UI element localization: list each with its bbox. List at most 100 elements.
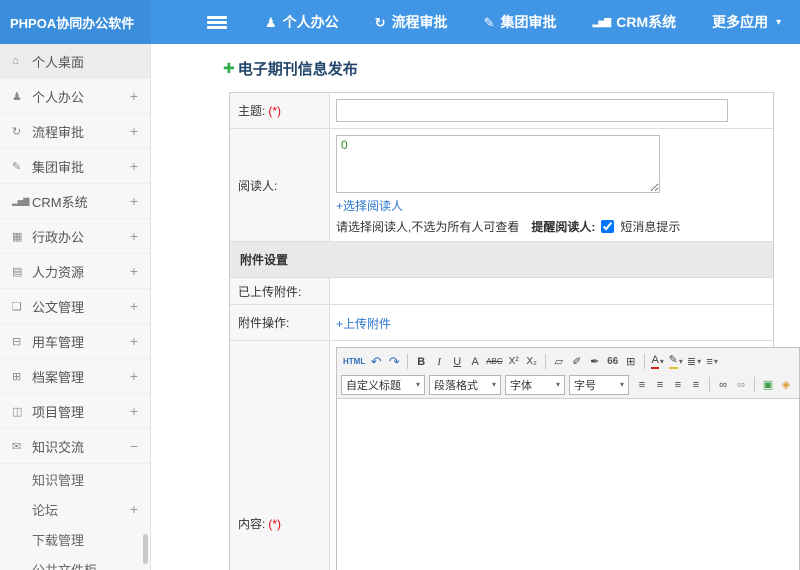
align-left-button[interactable]: ≡ xyxy=(633,375,651,394)
sidebar-item-personal-desktop[interactable]: ⌂ 个人桌面 xyxy=(0,44,150,79)
highlight-color-icon: ✎ xyxy=(668,354,678,369)
menu-toggle-icon[interactable] xyxy=(207,15,227,29)
font-size-select[interactable]: 字号 ▾ xyxy=(569,374,629,395)
ordered-list-button[interactable]: ≣ ▾ xyxy=(685,352,703,371)
unordered-list-button[interactable]: ≡ ▾ xyxy=(703,352,721,371)
collapse-minus-icon[interactable]: − xyxy=(130,438,138,454)
sidebar-subitem-download-mgmt[interactable]: 下载管理 xyxy=(0,524,150,554)
expand-plus-icon[interactable]: + xyxy=(130,158,138,174)
strikethrough-button[interactable]: ABC xyxy=(484,352,504,371)
upload-attachment-link[interactable]: +上传附件 xyxy=(336,315,391,332)
expand-plus-icon[interactable]: + xyxy=(130,88,138,104)
toolbar-separator xyxy=(709,377,710,392)
italic-button[interactable]: I xyxy=(430,352,448,371)
expand-plus-icon[interactable]: + xyxy=(130,333,138,349)
insert-media-button[interactable]: ◈ xyxy=(777,375,795,394)
nav-personal-office[interactable]: ♟ 个人办公 xyxy=(265,12,339,32)
pen-button[interactable]: ✒ xyxy=(586,352,604,371)
chart-icon: ▂▅▇ xyxy=(12,196,29,206)
redo-button[interactable]: ↷ xyxy=(385,352,403,371)
sms-remind-checkbox[interactable] xyxy=(601,220,615,233)
bold-button[interactable]: B xyxy=(412,352,430,371)
subscript-button[interactable]: X₂ xyxy=(523,352,541,371)
sidebar-item-hr[interactable]: ▤ 人力资源 + xyxy=(0,254,150,289)
toolbar-separator xyxy=(407,354,409,369)
nav-crm-system[interactable]: ▂▅▇ CRM系统 xyxy=(592,12,676,32)
person-icon: ♟ xyxy=(265,14,277,30)
unlink-button[interactable]: ∞ xyxy=(732,375,750,394)
add-icon: ✚ xyxy=(223,60,235,76)
remove-format-button[interactable]: ▱ xyxy=(550,352,568,371)
unordered-list-icon: ≡ xyxy=(706,355,713,368)
nav-label: 更多应用 xyxy=(712,14,769,30)
required-marker: (*) xyxy=(268,516,282,531)
nav-workflow-approval[interactable]: ↻ 流程审批 xyxy=(375,12,448,32)
font-style-button[interactable]: A xyxy=(466,352,484,371)
font-color-icon: A xyxy=(651,354,659,369)
nav-more-apps[interactable]: 更多应用 ▾ xyxy=(712,12,781,32)
uploaded-attachments-content xyxy=(330,278,773,304)
align-justify-button[interactable]: ≡ xyxy=(687,375,705,394)
sidebar-item-vehicle-mgmt[interactable]: ⊟ 用车管理 + xyxy=(0,324,150,359)
toolbar-separator xyxy=(544,354,546,369)
editor-content-area[interactable] xyxy=(337,399,799,570)
chevron-down-icon: ▾ xyxy=(415,380,420,389)
table-button[interactable]: ⊞ xyxy=(622,352,640,371)
sidebar-scrollbar[interactable] xyxy=(143,534,148,564)
link-button[interactable]: ∞ xyxy=(714,375,732,394)
sidebar-item-document-mgmt[interactable]: ❏ 公文管理 + xyxy=(0,289,150,324)
project-icon: ◫ xyxy=(12,405,23,418)
expand-plus-icon[interactable]: + xyxy=(130,193,138,209)
process-icon: ↻ xyxy=(12,125,22,138)
heading-select[interactable]: 自定义标题 ▾ xyxy=(341,374,425,395)
toolbar-separator xyxy=(643,354,645,369)
subject-input[interactable] xyxy=(336,99,728,122)
remind-readers-label: 提醒阅读人: xyxy=(531,220,596,234)
expand-plus-icon[interactable]: + xyxy=(130,501,138,517)
insert-image-button[interactable]: ▣ xyxy=(759,375,777,394)
highlight-color-button[interactable]: ✎ ▾ xyxy=(667,352,685,371)
sidebar-item-workflow-approval[interactable]: ↻ 流程审批 + xyxy=(0,114,150,149)
sidebar-subitem-public-file-cabinet[interactable]: 公共文件柜 xyxy=(0,554,150,570)
sidebar-item-crm[interactable]: ▂▅▇ CRM系统 + xyxy=(0,184,150,219)
chevron-down-icon: ▾ xyxy=(659,357,664,366)
readers-textarea[interactable]: 0 xyxy=(336,135,660,193)
undo-button[interactable]: ↶ xyxy=(367,352,385,371)
blockquote-button[interactable]: 66 xyxy=(604,352,622,371)
expand-plus-icon[interactable]: + xyxy=(130,228,138,244)
expand-plus-icon[interactable]: + xyxy=(130,263,138,279)
expand-plus-icon[interactable]: + xyxy=(130,403,138,419)
align-center-button[interactable]: ≡ xyxy=(651,375,669,394)
chevron-down-icon: ▾ xyxy=(619,380,624,389)
format-painter-button[interactable]: ✐ xyxy=(568,352,586,371)
sidebar-subitem-knowledge-mgmt[interactable]: 知识管理 xyxy=(0,464,150,494)
nav-group-approval[interactable]: ✎ 集团审批 xyxy=(484,12,557,32)
underline-button[interactable]: U xyxy=(448,352,466,371)
expand-plus-icon[interactable]: + xyxy=(130,123,138,139)
sidebar-item-knowledge-exchange[interactable]: ✉ 知识交流 − xyxy=(0,429,150,464)
person-icon: ♟ xyxy=(12,90,22,103)
page-title: 电子期刊信息发布 xyxy=(237,60,358,78)
paragraph-format-select[interactable]: 段落格式 ▾ xyxy=(429,374,501,395)
select-readers-link[interactable]: +选择阅读人 xyxy=(336,197,403,214)
sidebar-subitem-forum[interactable]: 论坛 + xyxy=(0,494,150,524)
html-source-button[interactable]: HTML xyxy=(341,352,367,371)
font-family-select[interactable]: 字体 ▾ xyxy=(505,374,565,395)
align-right-button[interactable]: ≡ xyxy=(669,375,687,394)
expand-plus-icon[interactable]: + xyxy=(130,368,138,384)
superscript-button[interactable]: X² xyxy=(505,352,523,371)
sidebar-item-project-mgmt[interactable]: ◫ 项目管理 + xyxy=(0,394,150,429)
font-color-button[interactable]: A ▾ xyxy=(649,352,667,371)
chat-icon: ✉ xyxy=(12,440,22,453)
subject-label: 主题: (*) xyxy=(230,93,330,128)
readers-label: 阅读人: xyxy=(230,129,330,241)
sidebar-item-archive-mgmt[interactable]: ⊞ 档案管理 + xyxy=(0,359,150,394)
expand-plus-icon[interactable]: + xyxy=(130,298,138,314)
sidebar-item-personal-office[interactable]: ♟ 个人办公 + xyxy=(0,79,150,114)
subject-row: 主题: (*) xyxy=(230,93,773,129)
attachment-ops-row: 附件操作: +上传附件 xyxy=(230,305,773,341)
chart-icon: ▂▅▇ xyxy=(592,16,611,27)
sidebar-item-group-approval[interactable]: ✎ 集团审批 + xyxy=(0,149,150,184)
nav-label: CRM系统 xyxy=(616,14,677,30)
sidebar-item-admin-office[interactable]: ▦ 行政办公 + xyxy=(0,219,150,254)
